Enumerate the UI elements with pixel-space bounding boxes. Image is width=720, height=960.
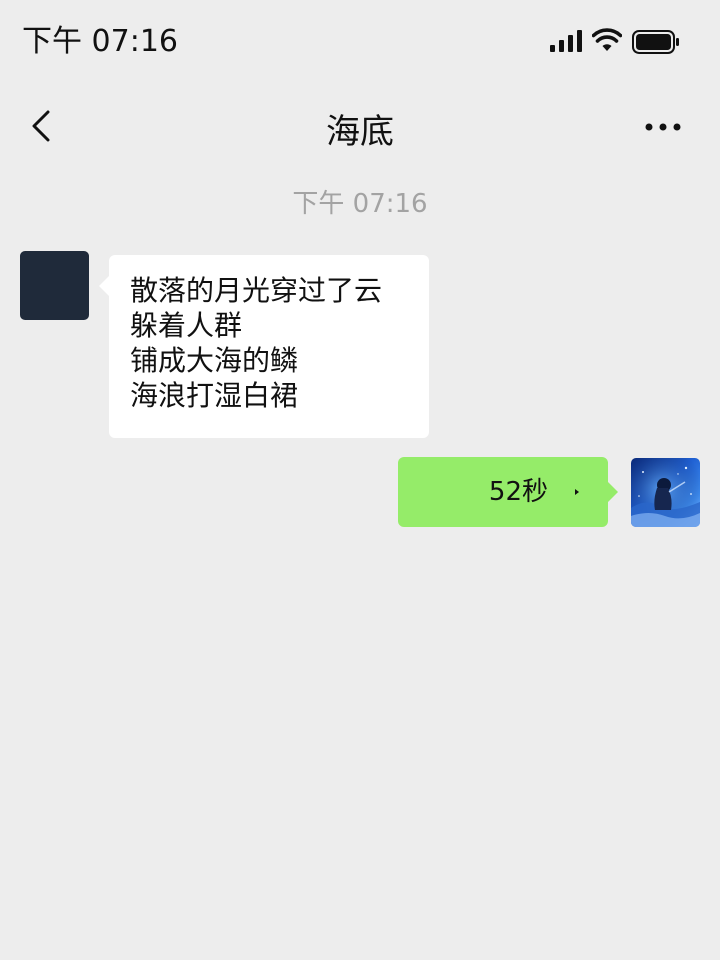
voice-play-icon <box>575 489 579 495</box>
voice-duration: 52秒 <box>488 477 548 507</box>
chat-timestamp: 下午 07:16 <box>292 189 428 219</box>
user-avatar[interactable] <box>631 458 700 527</box>
incoming-message-bubble[interactable]: 散落的月光穿过了云 躲着人群 铺成大海的鳞 海浪打湿白裙 <box>99 255 429 438</box>
signal-icon <box>550 30 582 52</box>
contact-avatar[interactable] <box>20 251 89 320</box>
more-button[interactable] <box>644 116 688 140</box>
more-dots-icon <box>645 123 681 131</box>
status-time: 下午 07:16 <box>22 24 178 59</box>
battery-icon <box>632 30 679 54</box>
message-line: 铺成大海的鳞 <box>130 344 299 377</box>
avatar-image <box>631 458 700 527</box>
status-bar: 下午 07:16 <box>0 0 720 84</box>
chat-title: 海底 <box>326 112 394 152</box>
message-line: 躲着人群 <box>130 309 243 342</box>
voice-message-bubble[interactable]: 52秒 <box>398 457 618 527</box>
message-line: 海浪打湿白裙 <box>130 379 299 412</box>
wifi-icon <box>592 28 622 51</box>
nav-bar: 海底 <box>0 92 720 172</box>
message-line: 散落的月光穿过了云 <box>130 274 383 307</box>
